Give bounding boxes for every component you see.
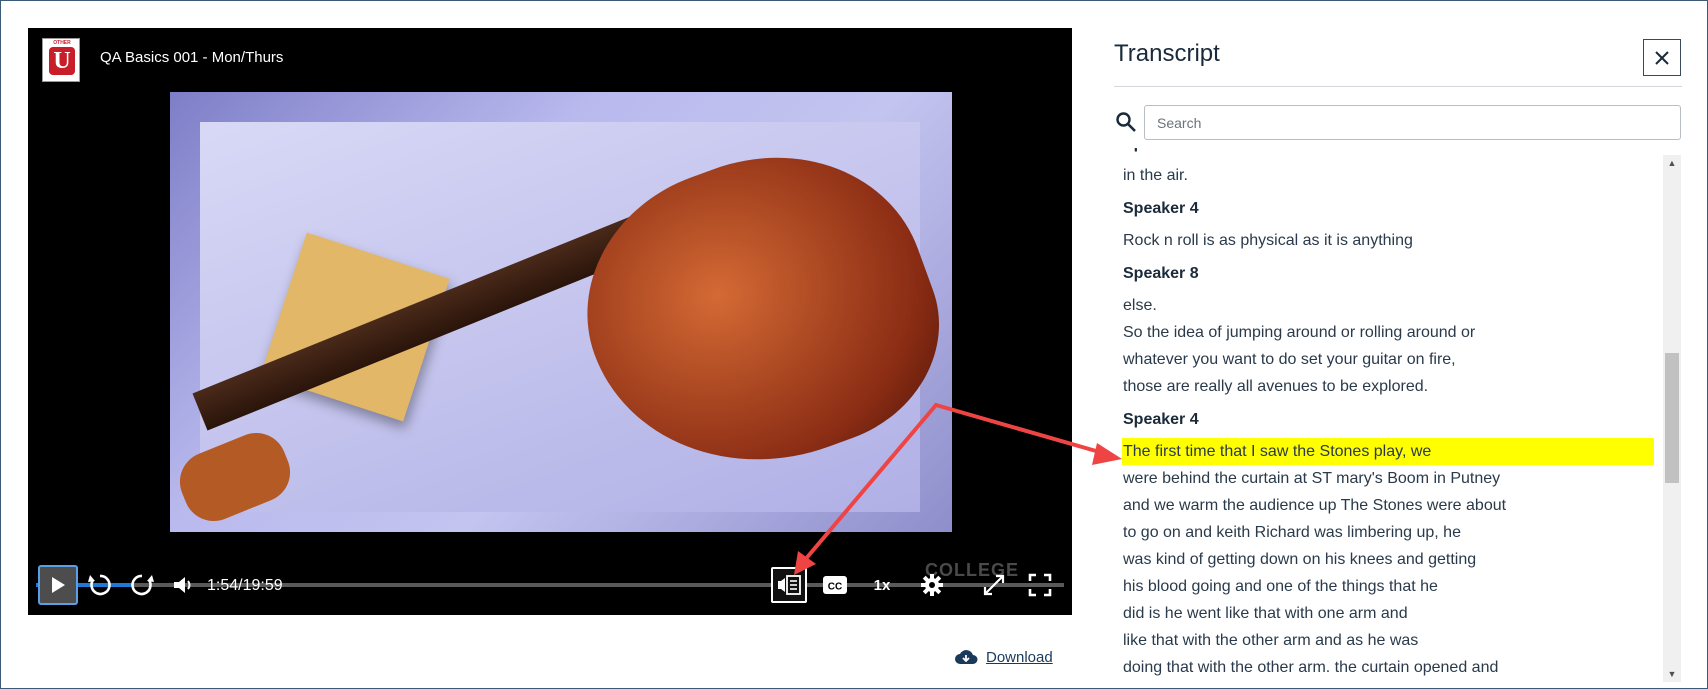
transcript-scrollbar[interactable]: ▲ ▼ bbox=[1663, 155, 1681, 682]
download-link[interactable]: Download bbox=[954, 648, 1053, 666]
close-transcript-button[interactable] bbox=[1643, 39, 1681, 76]
transcript-line[interactable]: to go on and keith Richard was limbering… bbox=[1123, 519, 1654, 546]
transcript-line[interactable]: else. bbox=[1123, 292, 1654, 319]
channel-logo: OTHER U bbox=[42, 38, 80, 82]
transcript-line[interactable]: was kind of getting down on his knees an… bbox=[1123, 546, 1654, 573]
forward-icon bbox=[131, 574, 154, 596]
transcript-line[interactable]: and we warm the audience up The Stones w… bbox=[1123, 492, 1654, 519]
transcript-toggle-button[interactable] bbox=[771, 567, 807, 603]
transcript-speaker: Speaker 4 bbox=[1123, 200, 1199, 217]
transcript-line[interactable]: his blood going and one of the things th… bbox=[1123, 573, 1654, 600]
forward-button[interactable] bbox=[122, 565, 162, 605]
scroll-up-arrow[interactable]: ▲ bbox=[1663, 155, 1681, 171]
expand-icon bbox=[983, 574, 1005, 596]
video-title: QA Basics 001 - Mon/Thurs bbox=[100, 49, 284, 66]
transcript-line[interactable]: did is he went like that with one arm an… bbox=[1123, 600, 1654, 627]
svg-text:CC: CC bbox=[828, 582, 842, 593]
logo-letter: U bbox=[49, 47, 75, 75]
transcript-line[interactable]: doing that with the other arm. the curta… bbox=[1123, 654, 1654, 681]
gear-icon bbox=[921, 574, 943, 596]
transcript-speaker: Speaker 8 bbox=[1123, 148, 1654, 156]
video-frame[interactable] bbox=[170, 92, 972, 532]
transcript-title: Transcript bbox=[1114, 40, 1220, 67]
download-label: Download bbox=[986, 648, 1053, 666]
time-display: 1:54/19:59 bbox=[207, 577, 283, 594]
close-icon bbox=[1655, 50, 1669, 65]
transcript-line[interactable]: were behind the curtain at ST mary's Boo… bbox=[1123, 465, 1654, 492]
fullscreen-button[interactable] bbox=[1020, 565, 1060, 605]
player-header: OTHER U QA Basics 001 - Mon/Thurs bbox=[28, 28, 1072, 92]
transcript-icon bbox=[778, 575, 801, 595]
transcript-speaker: Speaker 8 bbox=[1123, 265, 1199, 282]
transcript-content: Speaker 8 in the air. Speaker 4 Rock n roll… bbox=[1122, 148, 1654, 681]
transcript-list[interactable]: Speaker 8 in the air. Speaker 4 Rock n roll… bbox=[1114, 148, 1663, 681]
rewind-button[interactable] bbox=[80, 565, 120, 605]
transcript-line[interactable]: those are really all avenues to be explo… bbox=[1123, 373, 1654, 400]
transcript-line[interactable]: Rock n roll is as physical as it is anyt… bbox=[1123, 227, 1654, 254]
settings-button[interactable] bbox=[912, 565, 952, 605]
volume-button[interactable] bbox=[164, 565, 204, 605]
title-divider bbox=[1114, 86, 1682, 87]
fullscreen-icon bbox=[1028, 573, 1052, 597]
transcript-line[interactable]: in the air. bbox=[1123, 162, 1654, 189]
transcript-line-active[interactable]: The first time that I saw the Stones pla… bbox=[1122, 438, 1654, 465]
transcript-speaker: Speaker 4 bbox=[1123, 411, 1199, 428]
rewind-icon bbox=[88, 574, 111, 596]
transcript-line[interactable]: like that with the other arm and as he w… bbox=[1123, 627, 1654, 654]
expand-button[interactable] bbox=[974, 565, 1014, 605]
transcript-line[interactable]: So the idea of jumping around or rolling… bbox=[1123, 319, 1654, 346]
play-button[interactable] bbox=[38, 565, 78, 605]
transcript-search-input[interactable] bbox=[1144, 105, 1681, 140]
transcript-line[interactable]: whatever you want to do set your guitar … bbox=[1123, 346, 1654, 373]
cloud-download-icon bbox=[955, 650, 978, 664]
logo-text: OTHER bbox=[53, 40, 71, 46]
video-player[interactable]: OTHER U QA Basics 001 - Mon/Thurs bbox=[28, 28, 1072, 615]
volume-icon bbox=[174, 577, 191, 593]
captions-button[interactable]: CC bbox=[815, 565, 855, 605]
play-icon bbox=[52, 577, 65, 593]
scroll-down-arrow[interactable]: ▼ bbox=[1663, 666, 1681, 682]
search-icon bbox=[1115, 111, 1137, 138]
scroll-thumb[interactable] bbox=[1665, 353, 1679, 483]
cc-icon: CC bbox=[823, 576, 847, 594]
playback-speed-button[interactable]: 1x bbox=[862, 565, 902, 605]
